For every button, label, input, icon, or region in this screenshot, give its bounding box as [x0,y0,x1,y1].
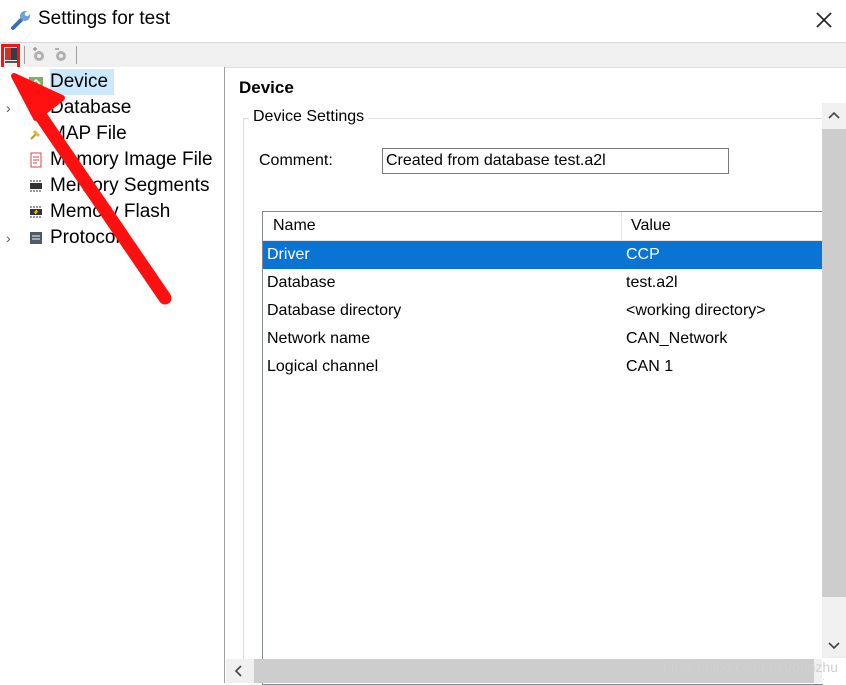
chevron-right-icon[interactable]: › [6,225,18,251]
cell-value: <working directory> [626,302,766,319]
cell-name: Database [267,274,336,291]
tree-item-label: Protocol [50,227,120,248]
tree-item-label: Database [50,97,132,118]
protocol-icon [30,232,42,244]
chip-icon [30,180,42,192]
cell-name: Network name [267,330,371,347]
tree-item-label: Memory Flash [50,201,171,222]
chevron-right-icon[interactable]: › [6,95,18,121]
table-row[interactable]: Logical channel CAN 1 [263,353,823,381]
database-icon [30,102,42,114]
wrench-icon [11,11,30,30]
tree-item-label: Memory Segments [50,175,210,196]
toolbar-separator [76,46,77,64]
toolbar-separator [24,46,25,64]
pin-icon [30,130,40,140]
tree-item[interactable]: Memory Segments [0,173,224,199]
settings-tree: Device › Database MAP File Memory Image File… [0,67,225,683]
scroll-left-icon[interactable] [226,659,250,683]
tree-item-label: Device [50,69,115,95]
vertical-scroll-thumb[interactable] [822,129,846,597]
table-row[interactable]: Network name CAN_Network [263,325,823,353]
column-header-value[interactable]: Value [621,212,823,240]
tree-item-label: Memory Image File [50,149,213,170]
watermark: https://blog.csdn.net/qfmzhu [662,659,838,675]
cell-name: Database directory [267,302,402,319]
table-header: Name Value [263,212,823,241]
title-bar: Settings for test [0,0,846,43]
cell-value: CCP [626,246,660,263]
tree-item[interactable]: MAP File [0,121,224,147]
column-header-name[interactable]: Name [263,212,622,240]
close-icon[interactable] [812,8,836,32]
tree-item[interactable]: Device [0,69,224,95]
tree-item-label: MAP File [50,123,127,144]
cell-name: Logical channel [267,358,379,375]
cell-value: CAN 1 [626,358,674,375]
device-icon [29,77,43,87]
tree-item[interactable]: › Database [0,95,224,121]
scroll-down-icon[interactable] [822,634,846,658]
tree-item[interactable]: Memory Flash [0,199,224,225]
page-title: Device [239,78,294,97]
tree-item[interactable]: › Protocol [0,225,224,251]
vertical-scrollbar[interactable] [822,103,846,658]
properties-table: Name Value Driver CCP Database test.a2l Data… [262,211,823,685]
memory-image-icon [30,152,42,168]
comment-label: Comment: [259,152,333,169]
scroll-up-icon[interactable] [822,103,846,127]
cell-value: CAN_Network [626,330,728,347]
cell-name: Driver [267,246,310,263]
window-title: Settings for test [38,8,171,29]
tree-item[interactable]: Memory Image File [0,147,224,173]
cell-value: test.a2l [626,274,678,291]
table-row[interactable]: Database test.a2l [263,269,823,297]
comment-field[interactable] [382,148,729,174]
add-gear-icon[interactable] [30,46,48,64]
group-title: Device Settings [249,108,369,126]
remove-gear-icon[interactable] [52,46,70,64]
table-row[interactable]: Driver CCP [263,241,823,269]
table-row[interactable]: Database directory <working directory> [263,297,823,325]
flash-chip-icon [30,206,42,218]
toolbar [0,43,846,68]
